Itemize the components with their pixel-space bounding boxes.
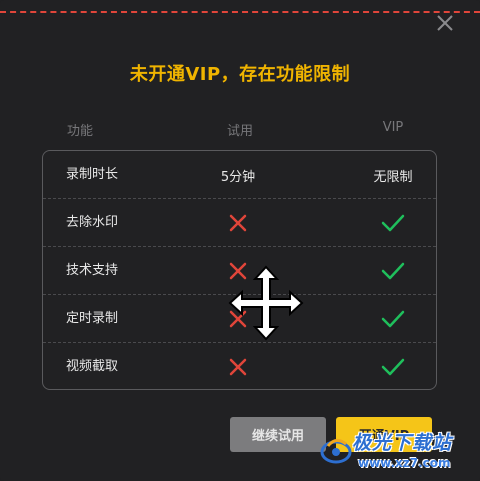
- cross-icon: [198, 343, 278, 391]
- check-icon: [353, 199, 433, 247]
- check-icon: [353, 295, 433, 343]
- site-watermark: 极光下载站 www.xz7.com: [318, 428, 478, 478]
- feature-label: 技术支持: [66, 263, 119, 278]
- column-header-vip: VIP: [382, 120, 404, 135]
- table-row: 录制时长 5分钟 无限制: [43, 151, 436, 199]
- feature-label: 录制时长: [66, 167, 119, 182]
- dialog-title: 未开通VIP，存在功能限制: [129, 64, 351, 85]
- check-icon: [353, 247, 433, 295]
- column-header-trial: 试用: [226, 124, 253, 139]
- continue-trial-button[interactable]: 继续试用: [230, 417, 326, 452]
- feature-label: 定时录制: [66, 311, 119, 326]
- column-header-feature: 功能: [66, 124, 93, 139]
- move-cursor-icon: [228, 265, 304, 341]
- watermark-url: www.xz7.com: [358, 456, 451, 470]
- watermark-name: 极光下载站: [352, 432, 453, 454]
- vip-limit-dialog: 未开通VIP，存在功能限制 功能 试用 VIP 录制时长 5分钟 无限制 去除水…: [0, 0, 480, 481]
- close-icon[interactable]: [435, 13, 455, 33]
- table-row: 去除水印: [43, 198, 436, 247]
- vip-value: 无限制: [373, 169, 413, 185]
- table-row: 视频截取: [43, 342, 436, 391]
- feature-label: 去除水印: [66, 215, 119, 230]
- feature-label: 视频截取: [66, 359, 119, 374]
- watermark-logo-icon: [318, 432, 354, 468]
- top-dashed-border: [0, 11, 480, 13]
- trial-value: 5分钟: [220, 169, 256, 185]
- cross-icon: [198, 199, 278, 247]
- check-icon: [353, 343, 433, 391]
